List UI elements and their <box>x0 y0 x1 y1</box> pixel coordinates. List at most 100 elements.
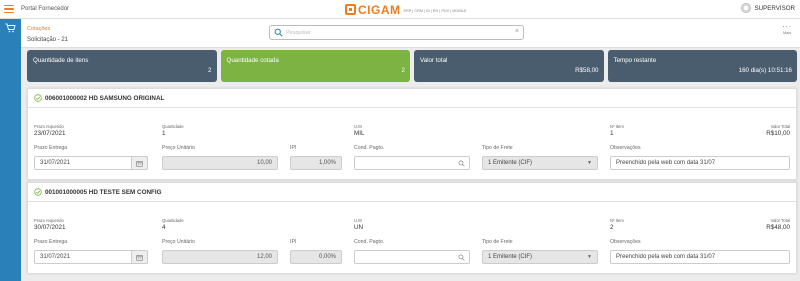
item-header: 006001000002 HD SAMSUNG ORIGINAL <box>34 94 164 102</box>
observacoes-input[interactable]: Preenchido pela web com data 31/07 <box>610 250 790 264</box>
search-icon[interactable] <box>274 28 283 37</box>
avatar[interactable] <box>740 3 751 13</box>
value-n-item: 1 <box>610 130 614 137</box>
prazo-entrega-value[interactable]: 31/07/2021 <box>40 254 70 260</box>
label-ipi: IPI <box>290 239 297 245</box>
kpi-value: 2 <box>208 67 212 74</box>
value-quantidade: 4 <box>162 224 166 231</box>
label-quantidade: Quantidade <box>162 218 184 223</box>
kpi-label: Tempo restante <box>613 57 657 64</box>
label-prazo-entrega: Prazo Entrega <box>34 145 68 151</box>
cigam-logo: CIGAM ERP | CRM | BI | RH | PDV | MOBILE <box>345 2 467 17</box>
label-n-item: Nº Item <box>610 124 624 129</box>
search-icon[interactable] <box>458 160 465 167</box>
calendar-icon[interactable] <box>136 254 143 261</box>
ipi-value[interactable]: 1,00% <box>319 160 336 166</box>
more-menu-label[interactable]: Mais <box>780 31 794 35</box>
label-tipo-frete: Tipo de Frete <box>482 145 513 151</box>
top-bar: Portal Fornecedor CIGAM ERP | CRM | BI |… <box>0 0 800 19</box>
search-icon[interactable] <box>458 254 465 261</box>
value-quantidade: 1 <box>162 130 166 137</box>
clear-search-icon[interactable]: × <box>515 28 519 35</box>
calendar-button[interactable] <box>131 250 148 264</box>
item-title: 006001000002 HD SAMSUNG ORIGINAL <box>45 94 165 102</box>
label-preco-unitario: Preço Unitário <box>162 145 195 151</box>
ipi-input[interactable]: 1,00% <box>290 156 342 170</box>
kpi-total-value: Valor total R$58,00 <box>414 50 604 82</box>
tipo-frete-select[interactable]: 1 Emitente (CIF) ▼ <box>482 156 598 170</box>
preco-unitario-value[interactable]: 12,00 <box>257 254 272 260</box>
label-um: U.M <box>354 218 362 223</box>
hamburger-menu-icon[interactable] <box>4 5 14 13</box>
kpi-remaining-time: Tempo restante 160 dia(s) 10:51:16 <box>607 50 797 82</box>
page-header: Cotações Solicitação - 21 × ··· Mais <box>21 19 800 48</box>
left-rail <box>0 19 21 281</box>
cart-icon[interactable] <box>5 23 16 33</box>
chevron-down-icon[interactable]: ▼ <box>587 254 592 260</box>
label-prazo-requerido: Prazo requerido <box>34 218 64 223</box>
preco-unitario-input[interactable]: 12,00 <box>162 250 278 264</box>
kpi-label: Quantidade cotada <box>226 57 279 64</box>
logo-text: CIGAM <box>358 2 401 17</box>
prazo-entrega-input[interactable]: 31/07/2021 <box>34 250 148 264</box>
observacoes-value[interactable]: Preenchido pela web com data 31/07 <box>616 254 715 260</box>
label-observacoes: Observações <box>610 145 641 151</box>
label-prazo-entrega: Prazo Entrega <box>34 239 68 245</box>
label-um: U.M <box>354 124 362 129</box>
more-menu-button[interactable]: ··· Mais <box>780 23 794 41</box>
value-um: MIL <box>354 130 365 137</box>
user-menu[interactable]: SUPERVISOR <box>740 3 795 13</box>
value-prazo-requerido: 30/07/2021 <box>34 224 66 231</box>
calendar-button[interactable] <box>131 156 148 170</box>
kpi-label: Quantidade de itens <box>33 57 89 64</box>
prazo-entrega-value[interactable]: 31/07/2021 <box>40 160 70 166</box>
tipo-frete-select[interactable]: 1 Emitente (CIF) ▼ <box>482 250 598 264</box>
label-prazo-requerido: Prazo requerido <box>34 124 64 129</box>
breadcrumb[interactable]: Cotações <box>27 26 50 32</box>
kpi-value: 160 dia(s) 10:51:16 <box>738 67 792 74</box>
value-um: UN <box>354 224 364 231</box>
kpi-label: Valor total <box>420 57 448 64</box>
kpi-quoted-count: Quantidade cotada 2 <box>220 50 410 82</box>
label-n-item: Nº Item <box>610 218 624 223</box>
user-name[interactable]: SUPERVISOR <box>755 5 795 12</box>
label-quantidade: Quantidade <box>162 124 184 129</box>
search-box[interactable]: × <box>269 25 524 40</box>
tipo-frete-value[interactable]: 1 Emitente (CIF) <box>488 160 532 166</box>
value-n-item: 2 <box>610 224 614 231</box>
cond-pagto-input[interactable] <box>354 156 470 170</box>
ipi-input[interactable]: 0,00% <box>290 250 342 264</box>
item-header: 001001000005 HD TESTE SEM CONFIG <box>34 188 162 196</box>
item-title: 001001000005 HD TESTE SEM CONFIG <box>45 188 162 196</box>
label-cond-pagto: Cond. Pagto. <box>354 239 385 245</box>
prazo-entrega-input[interactable]: 31/07/2021 <box>34 156 148 170</box>
label-valor-total: Valor Total <box>770 218 790 223</box>
ipi-value[interactable]: 0,00% <box>319 254 336 260</box>
divider <box>28 107 796 108</box>
logo-subtitle: ERP | CRM | BI | RH | PDV | MOBILE <box>403 9 467 13</box>
observacoes-input[interactable]: Preenchido pela web com data 31/07 <box>610 156 790 170</box>
divider <box>28 201 796 202</box>
value-prazo-requerido: 23/07/2021 <box>34 130 66 137</box>
quote-item-card: 001001000005 HD TESTE SEM CONFIG Prazo r… <box>27 182 797 274</box>
page-title: Solicitação - 21 <box>27 37 69 43</box>
observacoes-value[interactable]: Preenchido pela web com data 31/07 <box>616 160 715 166</box>
label-preco-unitario: Preço Unitário <box>162 239 195 245</box>
quote-item-card: 006001000002 HD SAMSUNG ORIGINAL Prazo r… <box>27 88 797 180</box>
label-ipi: IPI <box>290 145 297 151</box>
more-dots-icon[interactable]: ··· <box>780 23 794 31</box>
kpi-value: 2 <box>401 67 405 74</box>
check-circle-icon <box>34 188 42 196</box>
label-tipo-frete: Tipo de Frete <box>482 239 513 245</box>
cond-pagto-input[interactable] <box>354 250 470 264</box>
kpi-bar: Quantidade de itens 2 Quantidade cotada … <box>27 50 797 82</box>
preco-unitario-value[interactable]: 10,00 <box>257 160 272 166</box>
preco-unitario-input[interactable]: 10,00 <box>162 156 278 170</box>
search-input[interactable] <box>286 28 506 37</box>
kpi-value: R$58,00 <box>575 67 599 74</box>
chevron-down-icon[interactable]: ▼ <box>587 160 592 166</box>
tipo-frete-value[interactable]: 1 Emitente (CIF) <box>488 254 532 260</box>
calendar-icon[interactable] <box>136 160 143 167</box>
check-circle-icon <box>34 94 42 102</box>
label-cond-pagto: Cond. Pagto. <box>354 145 385 151</box>
